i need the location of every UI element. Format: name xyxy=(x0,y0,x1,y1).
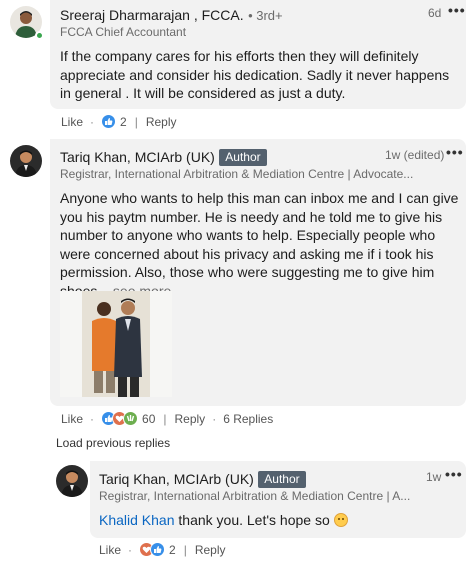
reply-button[interactable]: Reply xyxy=(195,543,226,557)
comment-author-name[interactable]: Sreeraj Dharmarajan , FCCA. xyxy=(60,7,244,23)
comment-text: If the company cares for his efforts the… xyxy=(60,48,450,101)
separator-dot: · xyxy=(128,542,133,557)
reply-text: Khalid Khan thank you. Let's hope so xyxy=(99,511,348,530)
more-options-icon[interactable]: ••• xyxy=(448,2,466,18)
reply-actions: Like · 2 | Reply xyxy=(99,542,226,557)
mention-link[interactable]: Khalid Khan xyxy=(99,512,175,528)
comment-text: Anyone who wants to help this man can in… xyxy=(60,189,462,300)
smiling-face-emoji-icon xyxy=(333,513,348,527)
reply-timestamp: 1w xyxy=(426,470,442,484)
avatar[interactable] xyxy=(10,145,42,177)
reaction-count[interactable]: 2 xyxy=(169,543,176,557)
reactions-icons[interactable] xyxy=(101,114,117,129)
connection-degree: • 3rd+ xyxy=(248,8,283,23)
comment-author-headline: FCCA Chief Accountant xyxy=(60,25,187,39)
reply-bubble: Tariq Khan, MCIArb (UK) Author Registrar… xyxy=(90,461,466,538)
reactions-icons[interactable] xyxy=(139,542,166,557)
comment-actions: Like · 2 | Reply xyxy=(61,114,177,129)
separator-dot: · xyxy=(90,411,95,426)
separator-bar: | xyxy=(183,542,187,557)
replies-count-link[interactable]: 6 Replies xyxy=(223,412,273,426)
separator-dot: · xyxy=(90,114,95,129)
like-button[interactable]: Like xyxy=(61,412,83,426)
comment-photo[interactable] xyxy=(60,291,172,397)
comment-timestamp: 1w (edited) xyxy=(385,148,445,162)
reply-button[interactable]: Reply xyxy=(146,115,177,129)
reaction-count[interactable]: 2 xyxy=(120,115,127,129)
online-status-dot xyxy=(35,31,44,40)
load-previous-replies-link[interactable]: Load previous replies xyxy=(56,436,170,450)
author-badge: Author xyxy=(258,471,306,488)
more-options-icon[interactable]: ••• xyxy=(446,144,464,160)
reaction-count[interactable]: 60 xyxy=(142,412,155,426)
comment-author-headline: Registrar, International Arbitration & M… xyxy=(60,167,414,181)
like-button[interactable]: Like xyxy=(99,543,121,557)
reactions-icons[interactable] xyxy=(101,411,139,426)
comment-actions: Like · 60 | Reply · 6 Replies xyxy=(61,411,273,426)
separator-bar: | xyxy=(163,411,167,426)
comment-author-name[interactable]: Tariq Khan, MCIArb (UK) xyxy=(60,149,215,165)
separator-bar: | xyxy=(134,114,138,129)
like-reaction-icon xyxy=(101,114,117,129)
like-button[interactable]: Like xyxy=(61,115,83,129)
more-options-icon[interactable]: ••• xyxy=(445,466,463,482)
celebrate-reaction-icon xyxy=(123,411,139,426)
reply-author-headline: Registrar, International Arbitration & M… xyxy=(99,489,411,503)
comment-timestamp: 6d xyxy=(428,6,442,20)
avatar[interactable] xyxy=(56,465,88,497)
reply-text-content: thank you. Let's hope so xyxy=(174,512,334,528)
reply-author-name[interactable]: Tariq Khan, MCIArb (UK) xyxy=(99,471,254,487)
separator-dot: · xyxy=(212,411,217,426)
comment-bubble: Tariq Khan, MCIArb (UK) Author Registrar… xyxy=(50,139,466,406)
author-badge: Author xyxy=(219,149,267,166)
comment-bubble: Sreeraj Dharmarajan , FCCA. • 3rd+ FCCA … xyxy=(50,0,466,109)
like-reaction-icon xyxy=(150,542,166,557)
reply-button[interactable]: Reply xyxy=(175,412,206,426)
